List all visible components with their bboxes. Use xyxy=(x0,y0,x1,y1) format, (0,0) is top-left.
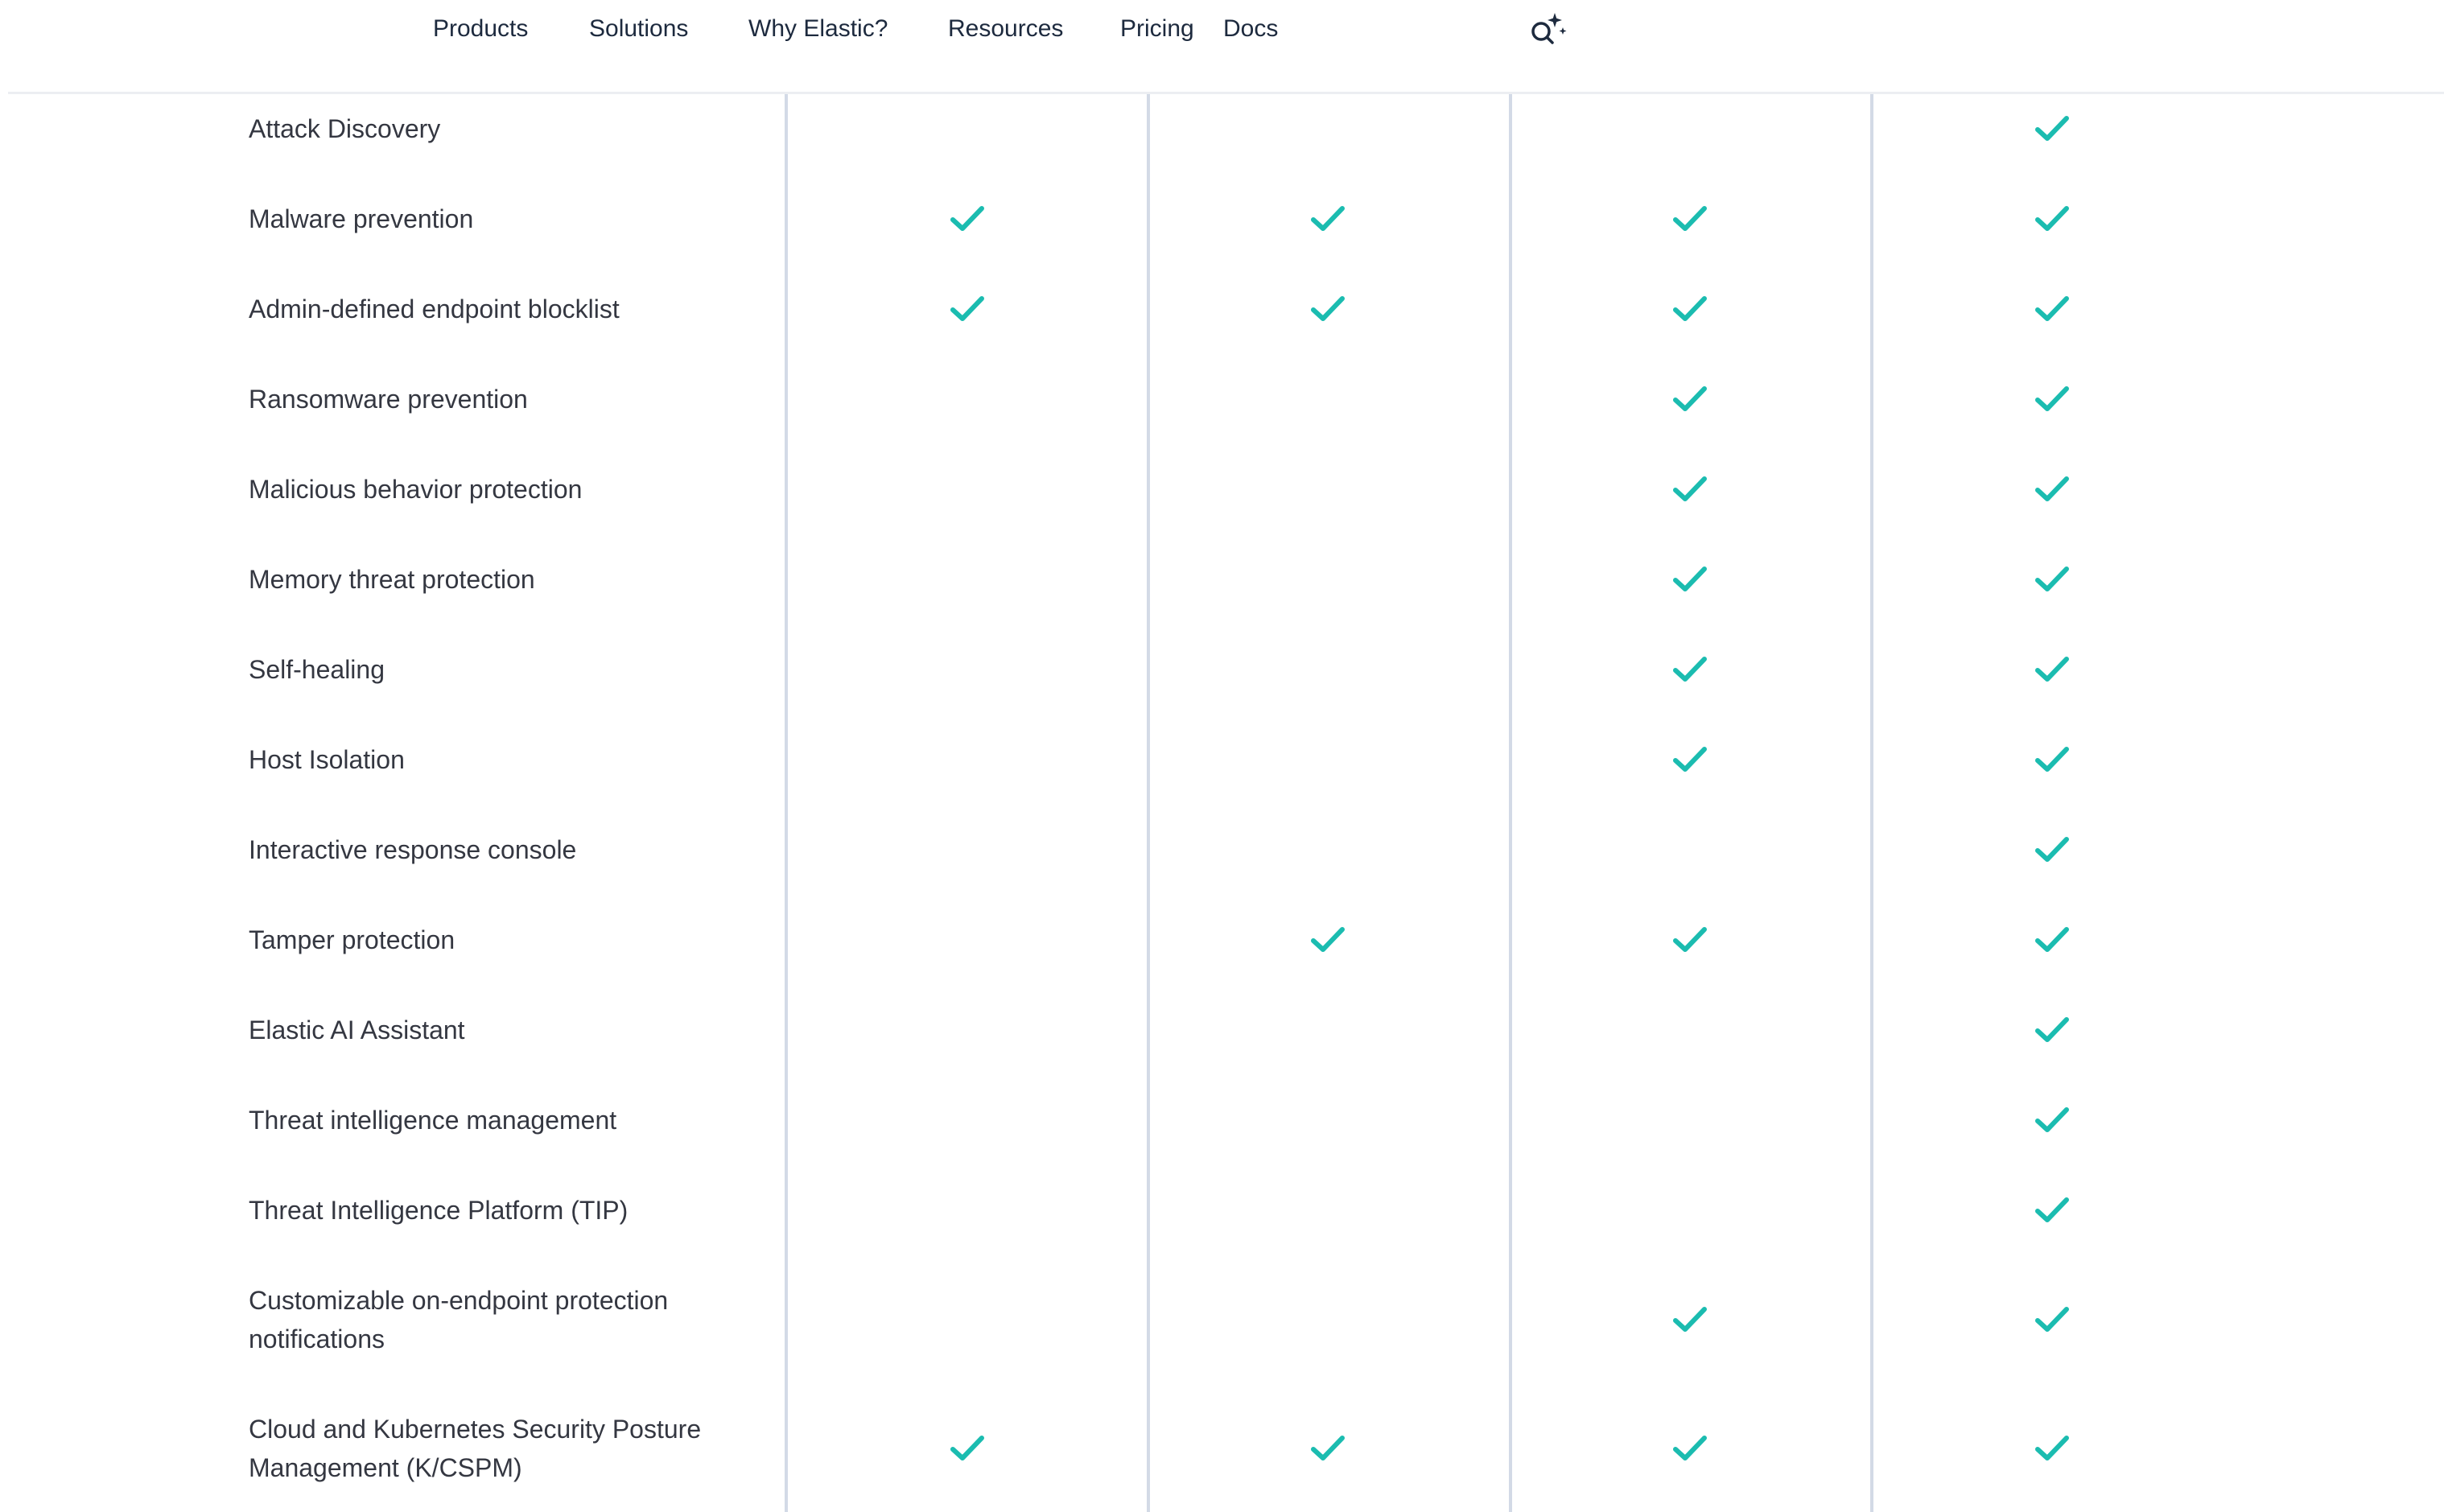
checkmark-icon xyxy=(1672,1305,1708,1334)
top-navigation: Products Solutions Why Elastic? Resource… xyxy=(8,0,2444,94)
checkmark-icon xyxy=(2034,1305,2070,1334)
feature-label: Elastic AI Assistant xyxy=(249,1016,465,1044)
feature-label: Customizable on-endpoint protection noti… xyxy=(249,1286,669,1353)
column-divider xyxy=(1147,94,1150,1512)
nav-solutions[interactable]: Solutions xyxy=(589,14,688,44)
checkmark-icon xyxy=(1672,745,1708,774)
checkmark-icon xyxy=(2034,925,2070,954)
checkmark-icon xyxy=(1310,204,1346,233)
checkmark-icon xyxy=(2034,1196,2070,1225)
checkmark-icon xyxy=(950,204,985,233)
nav-why-elastic[interactable]: Why Elastic? xyxy=(748,14,888,44)
checkmark-icon xyxy=(1672,475,1708,504)
checkmark-icon xyxy=(1672,385,1708,414)
feature-label: Cloud and Kubernetes Security Posture Ma… xyxy=(249,1415,702,1482)
checkmark-icon xyxy=(1310,1434,1346,1463)
search-sparkle-icon xyxy=(1531,13,1567,44)
feature-label: Tamper protection xyxy=(249,925,455,954)
feature-label: Self-healing xyxy=(249,655,385,684)
checkmark-icon xyxy=(2034,475,2070,504)
feature-label: Threat intelligence management xyxy=(249,1106,617,1135)
column-divider xyxy=(1509,94,1512,1512)
checkmark-icon xyxy=(1310,295,1346,323)
feature-label: Interactive response console xyxy=(249,835,577,864)
feature-label: Malicious behavior protection xyxy=(249,475,583,504)
nav-docs[interactable]: Docs xyxy=(1223,14,1278,44)
checkmark-icon xyxy=(2034,114,2070,143)
checkmark-icon xyxy=(2034,1016,2070,1044)
checkmark-icon xyxy=(950,1434,985,1463)
checkmark-icon xyxy=(1672,295,1708,323)
column-divider xyxy=(1870,94,1873,1512)
checkmark-icon xyxy=(2034,385,2070,414)
checkmark-icon xyxy=(2034,835,2070,864)
checkmark-icon xyxy=(2034,565,2070,594)
feature-label: Memory threat protection xyxy=(249,565,535,594)
nav-pricing[interactable]: Pricing xyxy=(1120,14,1194,44)
checkmark-icon xyxy=(2034,1106,2070,1135)
checkmark-icon xyxy=(2034,1434,2070,1463)
feature-label: Admin-defined endpoint blocklist xyxy=(249,295,620,323)
feature-label: Host Isolation xyxy=(249,745,405,774)
nav-products[interactable]: Products xyxy=(433,14,528,44)
checkmark-icon xyxy=(1310,925,1346,954)
feature-label: Ransomware prevention xyxy=(249,385,528,414)
checkmark-icon xyxy=(2034,295,2070,323)
checkmark-icon xyxy=(1672,655,1708,684)
feature-comparison-table: Attack Discovery Malware prevention Admin-… xyxy=(0,94,2444,1512)
feature-label: Attack Discovery xyxy=(249,114,441,143)
checkmark-icon xyxy=(1672,925,1708,954)
feature-label: Malware prevention xyxy=(249,204,474,233)
checkmark-icon xyxy=(1672,1434,1708,1463)
checkmark-icon xyxy=(1672,204,1708,233)
feature-label: Threat Intelligence Platform (TIP) xyxy=(249,1196,629,1225)
checkmark-icon xyxy=(950,295,985,323)
search-button[interactable] xyxy=(1526,11,1568,48)
nav-resources[interactable]: Resources xyxy=(948,14,1063,44)
checkmark-icon xyxy=(2034,204,2070,233)
column-divider xyxy=(785,94,788,1512)
checkmark-icon xyxy=(2034,655,2070,684)
checkmark-icon xyxy=(2034,745,2070,774)
checkmark-icon xyxy=(1672,565,1708,594)
